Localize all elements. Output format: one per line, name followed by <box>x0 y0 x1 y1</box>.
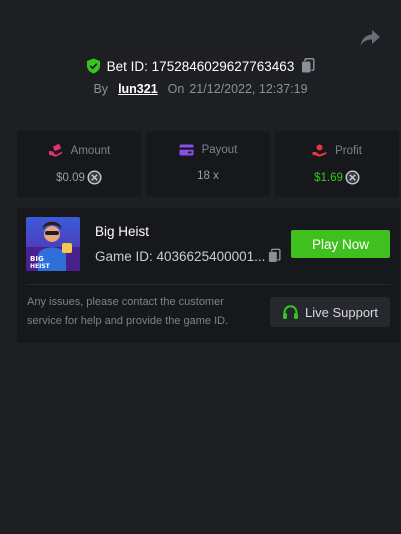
game-thumbnail-art: BIG HEIST <box>26 217 80 271</box>
copy-bet-id-icon[interactable] <box>301 58 315 74</box>
live-support-label: Live Support <box>305 304 378 320</box>
bet-id-row: Bet ID: 1752846029627763463 <box>0 56 401 76</box>
bet-timestamp: 21/12/2022, 12:37:19 <box>189 82 308 96</box>
coin-icon <box>345 170 360 185</box>
hand-coins-icon <box>48 144 62 157</box>
profit-value: $1.69 <box>314 171 343 184</box>
game-card: BIG HEIST Big Heist Game ID: 40366254000… <box>17 208 400 343</box>
amount-label: Amount <box>70 144 111 157</box>
bet-stats: Amount $0.09 Payout 18 x Profit $1.69 <box>17 131 400 197</box>
copy-game-id-icon[interactable] <box>268 248 281 264</box>
verified-shield-icon <box>86 58 100 74</box>
bet-detail-page: Bet ID: 1752846029627763463 By lun321 On… <box>0 0 401 534</box>
divider <box>26 284 391 285</box>
help-text: Any issues, please contact the customer … <box>27 296 229 327</box>
coin-icon <box>87 170 102 185</box>
bet-id-label: Bet ID: 1752846029627763463 <box>106 58 295 74</box>
payout-value: 18 x <box>197 170 219 182</box>
profit-label: Profit <box>335 144 362 157</box>
thumbnail-logo-big: BIG <box>30 255 44 263</box>
amount-value: $0.09 <box>56 171 85 184</box>
stat-payout: Payout 18 x <box>146 131 270 197</box>
play-now-button[interactable]: Play Now <box>291 230 390 258</box>
on-label: On <box>167 82 185 96</box>
payout-label: Payout <box>201 144 238 156</box>
game-title[interactable]: Big Heist <box>95 224 149 239</box>
game-id-row: Game ID: 4036625400001... <box>95 248 281 264</box>
stat-amount: Amount $0.09 <box>17 131 141 197</box>
headset-icon <box>283 304 298 319</box>
share-icon[interactable] <box>359 28 381 48</box>
game-id-text: Game ID: 4036625400001... <box>95 248 266 264</box>
thumbnail-logo-heist: HEIST <box>30 263 51 270</box>
stat-profit: Profit $1.69 <box>275 131 399 197</box>
wallet-card-icon <box>179 144 194 156</box>
by-label: By <box>93 82 109 96</box>
username-link[interactable]: lun321 <box>118 82 158 96</box>
profit-hand-icon <box>312 144 327 157</box>
live-support-button[interactable]: Live Support <box>270 297 390 327</box>
bet-meta-row: By lun321 On 21/12/2022, 12:37:19 <box>0 80 401 98</box>
game-thumbnail[interactable]: BIG HEIST <box>26 217 80 271</box>
